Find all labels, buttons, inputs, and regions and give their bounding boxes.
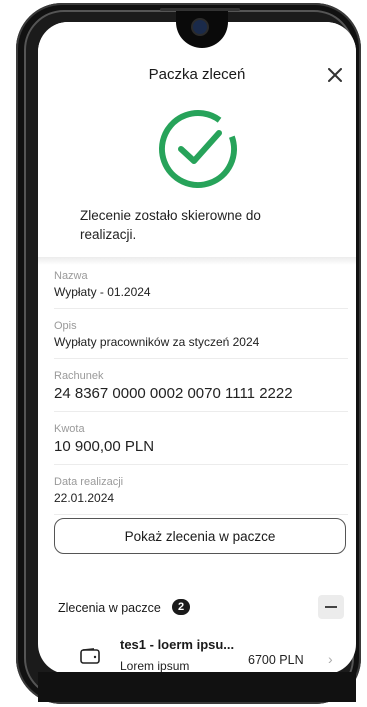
screen: Paczka zleceń Zlecenie zostało skierowne… <box>38 22 356 674</box>
chevron-right-icon: › <box>328 651 333 667</box>
list-item[interactable]: tes1 - loerm ipsu... Lorem ipsum 6700 PL… <box>76 635 346 674</box>
count-badge: 2 <box>172 599 190 615</box>
show-orders-button[interactable]: Pokaż zlecenia w paczce <box>54 518 346 554</box>
item-amount: 6700 PLN <box>248 653 304 667</box>
section-title: Zlecenia w paczce <box>58 601 161 615</box>
field-value: 24 8367 0000 0002 0070 1111 2222 <box>54 385 293 402</box>
field-label: Data realizacji <box>54 476 124 488</box>
field-label: Opis <box>54 320 77 332</box>
field-label: Nazwa <box>54 270 88 282</box>
status-message: Zlecenie zostało skierowne do realizacji… <box>80 208 261 242</box>
status-card: Paczka zleceń Zlecenie zostało skierowne… <box>38 22 356 260</box>
orders-section-header: Zlecenia w paczce 2 <box>58 595 350 619</box>
bottom-bezel <box>38 672 356 702</box>
field-date: Data realizacji 22.01.2024 <box>54 476 348 515</box>
check-circle-icon <box>156 107 240 191</box>
wallet-icon <box>80 648 100 664</box>
collapse-button[interactable] <box>318 595 344 619</box>
field-value: Wypłaty pracowników za styczeń 2024 <box>54 335 260 349</box>
details-list: Nazwa Wypłaty - 01.2024 Opis Wypłaty pra… <box>54 270 348 515</box>
item-title: tes1 - loerm ipsu... <box>120 637 235 652</box>
camera-icon <box>193 20 207 34</box>
item-subtitle: Lorem ipsum <box>120 659 190 673</box>
close-button[interactable] <box>324 64 346 86</box>
field-account: Rachunek 24 8367 0000 0002 0070 1111 222… <box>54 370 348 412</box>
field-label: Rachunek <box>54 370 104 382</box>
speaker-grille <box>160 8 240 11</box>
field-value: Wypłaty - 01.2024 <box>54 285 151 299</box>
field-amount: Kwota 10 900,00 PLN <box>54 423 348 465</box>
field-value: 10 900,00 PLN <box>54 438 155 455</box>
field-name: Nazwa Wypłaty - 01.2024 <box>54 270 348 309</box>
field-label: Kwota <box>54 423 85 435</box>
minus-icon <box>325 606 337 608</box>
field-value: 22.01.2024 <box>54 491 115 505</box>
field-description: Opis Wypłaty pracowników za styczeń 2024 <box>54 320 348 359</box>
close-icon <box>328 68 342 82</box>
page-title: Paczka zleceń <box>148 66 246 83</box>
divider <box>38 257 356 265</box>
